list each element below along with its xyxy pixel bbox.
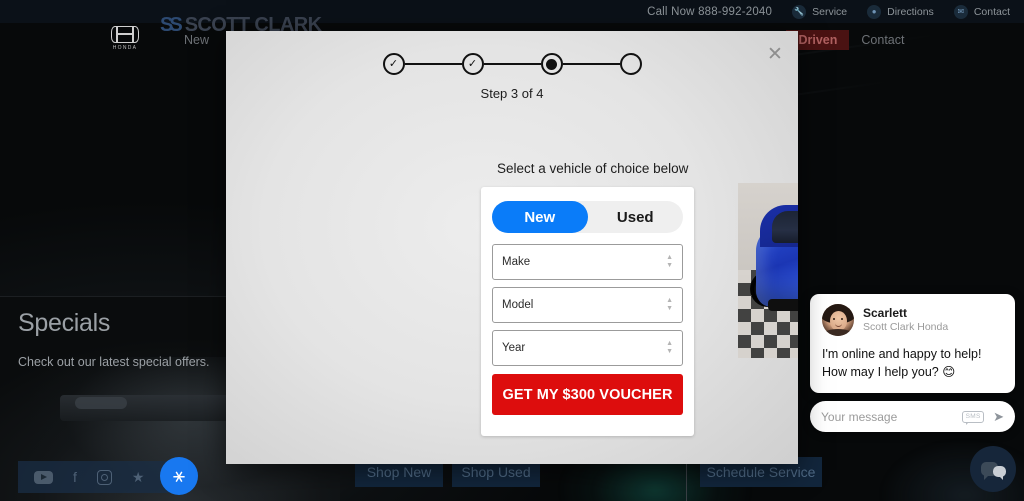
modal-subtitle: Select a vehicle of choice below [497, 161, 689, 176]
model-select-value: Model [502, 299, 534, 311]
toggle-option-used[interactable]: Used [588, 201, 684, 233]
accessibility-icon: ⚹ [173, 464, 185, 487]
step-1-complete[interactable]: ✓ [382, 53, 405, 75]
chevron-updown-icon: ▲ ▼ [666, 297, 673, 312]
specials-car-headlight [75, 397, 127, 409]
check-icon: ✓ [467, 57, 478, 70]
make-select[interactable]: Make ▲ ▼ [492, 244, 683, 280]
vehicle-filter-form: New Used Make ▲ ▼ Model ▲ ▼ Year ▲ ▼ GET MY… [481, 187, 694, 436]
car-windshield [772, 211, 798, 243]
check-icon: ✓ [388, 57, 399, 70]
star-icon[interactable]: ★ [132, 470, 145, 484]
chat-widget: Scarlett Scott Clark Honda I'm online an… [810, 294, 1015, 433]
chat-message-line-2: How may I help you? 😊 [822, 365, 956, 380]
wrench-icon: 🔧 [792, 4, 807, 19]
chat-bubble-secondary-icon [992, 466, 1006, 480]
chat-agent-org: Scott Clark Honda [863, 320, 949, 333]
envelope-icon: ✉ [953, 4, 968, 19]
instagram-icon[interactable] [96, 469, 112, 485]
utility-link-label: Service [812, 5, 848, 18]
utility-link-label: Contact [973, 5, 1010, 18]
chevron-updown-icon: ▲ ▼ [666, 254, 673, 269]
accessibility-button[interactable]: ⚹ [160, 457, 198, 495]
sms-badge-icon[interactable]: SMS [962, 410, 985, 426]
avatar [822, 304, 854, 336]
chat-message-card: Scarlett Scott Clark Honda I'm online an… [810, 294, 1015, 394]
make-select-value: Make [502, 256, 531, 268]
step-progress-indicator: ✓ ✓ [226, 53, 798, 75]
chat-launcher-button[interactable] [970, 446, 1016, 492]
nav-item-contact[interactable]: Contact [849, 33, 916, 47]
step-connector [562, 62, 620, 66]
utility-link-label: Directions [887, 5, 934, 18]
mpg-caption: MPG CITY: 28 [738, 367, 798, 379]
youtube-icon[interactable] [34, 470, 53, 484]
toggle-option-new[interactable]: New [492, 201, 588, 233]
utility-bar-right: Call Now 888-992-2040 🔧 Service ● Direct… [647, 4, 1024, 19]
step-2-complete[interactable]: ✓ [461, 53, 484, 75]
chat-message-input[interactable]: Your message [821, 410, 962, 424]
chat-message-line-1: I'm online and happy to help! [822, 347, 982, 361]
specials-subtitle: Check out our latest special offers. [18, 355, 210, 369]
nav-item-new[interactable]: New [172, 33, 221, 47]
car-rocker-panel [768, 299, 798, 311]
send-icon[interactable]: ➤ [993, 409, 1004, 425]
step-label: Step 3 of 4 [480, 86, 544, 101]
utility-link-contact[interactable]: ✉ Contact [953, 4, 1010, 19]
chat-agent-header: Scarlett Scott Clark Honda [822, 304, 1003, 336]
step-connector [404, 62, 462, 66]
specials-title: Specials [18, 309, 111, 337]
step-4-upcoming[interactable] [619, 53, 642, 75]
utility-bar: Call Now 888-992-2040 🔧 Service ● Direct… [0, 0, 1024, 23]
chat-input-bar[interactable]: Your message SMS ➤ [810, 401, 1015, 433]
map-pin-icon: ● [867, 4, 882, 19]
chat-message-text: I'm online and happy to help! How may I … [822, 345, 1003, 381]
year-select[interactable]: Year ▲ ▼ [492, 330, 683, 366]
vehicle-illustration [748, 195, 798, 345]
facebook-icon[interactable]: f [73, 470, 77, 484]
get-voucher-button[interactable]: GET MY $300 VOUCHER [492, 374, 683, 415]
call-now-phone[interactable]: Call Now 888-992-2040 [647, 6, 772, 18]
step-connector [483, 62, 541, 66]
step-3-current[interactable] [540, 53, 563, 75]
model-select[interactable]: Model ▲ ▼ [492, 287, 683, 323]
year-select-value: Year [502, 342, 526, 354]
vehicle-selection-modal: ✕ ✓ ✓ Step 3 of 4 Select a vehicle of ch… [226, 31, 798, 464]
chevron-updown-icon: ▲ ▼ [666, 340, 673, 355]
vehicle-photo[interactable]: JUST ARRIVED [738, 183, 798, 358]
utility-link-service[interactable]: 🔧 Service [792, 4, 848, 19]
utility-link-directions[interactable]: ● Directions [867, 4, 934, 19]
chat-agent-name: Scarlett [863, 305, 908, 320]
condition-toggle: New Used [492, 201, 683, 233]
vehicle-preview: JUST ARRIVED MPG CITY: 28 [738, 183, 798, 379]
